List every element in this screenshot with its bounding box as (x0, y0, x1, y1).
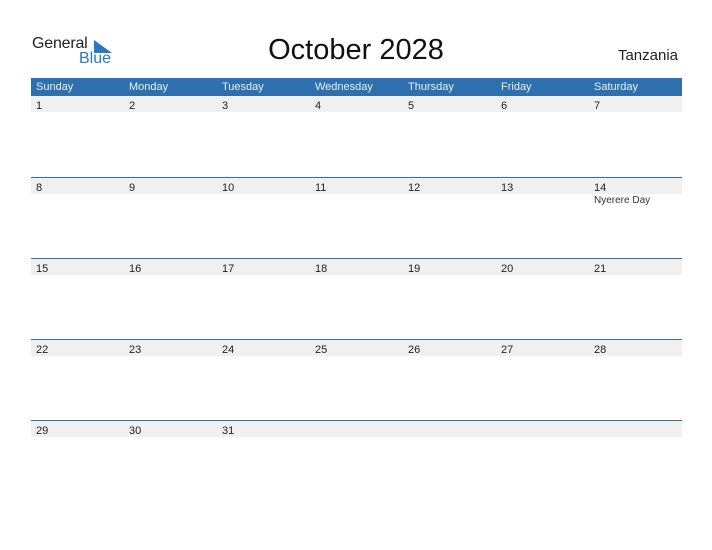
weekday-friday: Friday (501, 81, 532, 93)
weekday-sunday: Sunday (36, 81, 74, 93)
day-number: 18 (315, 263, 328, 275)
day-number: 11 (315, 182, 327, 194)
day-number: 2 (129, 100, 136, 112)
day-number: 14 (594, 182, 607, 194)
day-cell (496, 421, 589, 437)
day-number: 31 (222, 425, 235, 437)
day-number: 28 (594, 344, 607, 356)
day-cell (310, 421, 403, 437)
day-cell: 18 (310, 259, 403, 275)
day-number: 10 (222, 182, 235, 194)
day-number: 27 (501, 344, 514, 356)
day-number: 12 (408, 182, 421, 194)
day-cell: 21 (589, 259, 682, 275)
day-cell: 3 (217, 96, 310, 112)
day-number: 29 (36, 425, 49, 437)
day-cell: 8 (31, 178, 124, 194)
day-cell: 15 (31, 259, 124, 275)
day-cell: 11 (310, 178, 403, 194)
week-row: 15 16 17 18 19 20 21 (31, 258, 682, 339)
day-cell: 14 Nyerere Day (589, 178, 682, 206)
day-cell (403, 421, 496, 437)
calendar-title: October 2028 (268, 34, 444, 66)
date-strip: 29 30 31 (31, 421, 682, 437)
weekday-wednesday: Wednesday (315, 81, 373, 93)
day-number: 13 (501, 182, 514, 194)
day-number: 22 (36, 344, 49, 356)
day-number: 16 (129, 263, 142, 275)
weekday-tuesday: Tuesday (222, 81, 264, 93)
day-number: 21 (594, 263, 607, 275)
day-cell: 23 (124, 340, 217, 356)
day-cell: 7 (589, 96, 682, 112)
day-cell: 6 (496, 96, 589, 112)
day-number: 1 (36, 100, 43, 112)
day-number: 19 (408, 263, 421, 275)
day-cell (589, 421, 682, 437)
day-cell: 29 (31, 421, 124, 437)
date-strip: 22 23 24 25 26 27 28 (31, 340, 682, 356)
day-number: 8 (36, 182, 43, 194)
day-number: 6 (501, 100, 508, 112)
day-cell: 9 (124, 178, 217, 194)
day-number: 7 (594, 100, 601, 112)
day-number: 5 (408, 100, 415, 112)
week-row: 1 2 3 4 5 6 7 (31, 96, 682, 177)
day-number: 3 (222, 100, 229, 112)
day-cell: 10 (217, 178, 310, 194)
weekday-saturday: Saturday (594, 81, 639, 93)
day-number: 20 (501, 263, 514, 275)
day-number: 15 (36, 263, 49, 275)
day-cell: 1 (31, 96, 124, 112)
weekday-header: Sunday Monday Tuesday Wednesday Thursday Frid… (31, 78, 682, 96)
day-number: 25 (315, 344, 328, 356)
day-cell: 19 (403, 259, 496, 275)
day-number: 26 (408, 344, 421, 356)
day-cell: 22 (31, 340, 124, 356)
day-cell: 4 (310, 96, 403, 112)
day-number: 4 (315, 100, 322, 112)
day-number: 9 (129, 182, 136, 194)
day-cell: 30 (124, 421, 217, 437)
day-cell: 16 (124, 259, 217, 275)
calendar-grid: Sunday Monday Tuesday Wednesday Thursday Frid… (31, 78, 682, 501)
day-cell: 13 (496, 178, 589, 194)
day-cell: 24 (217, 340, 310, 356)
day-cell: 2 (124, 96, 217, 112)
day-number: 17 (222, 263, 235, 275)
day-cell: 26 (403, 340, 496, 356)
day-cell: 5 (403, 96, 496, 112)
week-row: 29 30 31 (31, 420, 682, 501)
weekday-monday: Monday (129, 81, 169, 93)
date-strip: 1 2 3 4 5 6 7 (31, 96, 682, 112)
day-cell: 28 (589, 340, 682, 356)
week-row: 22 23 24 25 26 27 28 (31, 339, 682, 420)
weekday-thursday: Thursday (408, 81, 454, 93)
country-label: Tanzania (617, 47, 678, 64)
day-cell: 12 (403, 178, 496, 194)
holiday-label: Nyerere Day (594, 195, 651, 206)
day-number: 30 (129, 425, 142, 437)
date-strip: 15 16 17 18 19 20 21 (31, 259, 682, 275)
day-cell: 31 (217, 421, 310, 437)
day-cell: 20 (496, 259, 589, 275)
week-row: 8 9 10 11 12 13 14 Nyerere Day (31, 177, 682, 258)
day-number: 24 (222, 344, 235, 356)
day-cell: 17 (217, 259, 310, 275)
day-number: 23 (129, 344, 142, 356)
day-cell: 27 (496, 340, 589, 356)
day-cell: 25 (310, 340, 403, 356)
date-strip: 8 9 10 11 12 13 14 Nyerere Day (31, 178, 682, 206)
weeks-container: 1 2 3 4 5 6 7 8 9 10 11 12 13 14 Nyerere Day 15 16 17 18 19… (31, 96, 682, 501)
